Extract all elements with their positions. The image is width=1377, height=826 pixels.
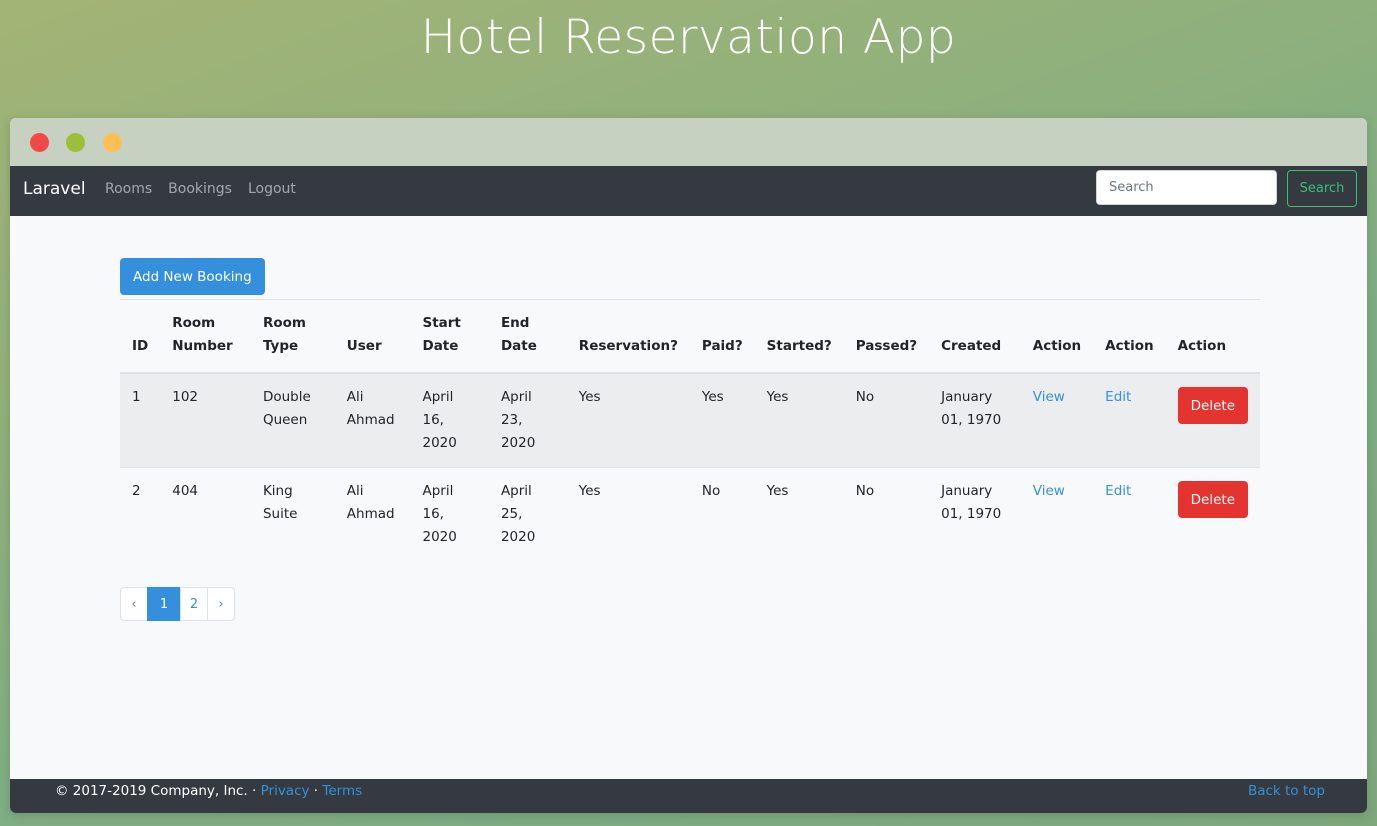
app-banner-title: Hotel Reservation App <box>420 10 957 65</box>
delete-button[interactable]: Delete <box>1177 481 1248 518</box>
pagination-next[interactable]: › <box>207 587 235 621</box>
cell-paid: No <box>689 467 755 561</box>
cell-id: 1 <box>120 372 161 468</box>
edit-link[interactable]: Edit <box>1105 483 1131 499</box>
view-link[interactable]: View <box>1033 483 1065 499</box>
footer-separator: · <box>309 783 323 799</box>
cell-start-date: April 16, 2020 <box>410 372 489 468</box>
delete-button[interactable]: Delete <box>1177 387 1248 424</box>
cell-paid: Yes <box>689 372 755 468</box>
footer-copyright: © 2017-2019 Company, Inc. · <box>55 783 261 799</box>
header-created: Created <box>929 300 1021 374</box>
nav-link-bookings[interactable]: Bookings <box>168 181 232 197</box>
header-action-delete: Action <box>1165 300 1260 374</box>
cell-room-number: 404 <box>160 467 251 561</box>
footer-copyright-line: © 2017-2019 Company, Inc. · Privacy · Te… <box>55 783 362 799</box>
cell-created: January 01, 1970 <box>929 372 1021 468</box>
maximize-window-dot-icon[interactable] <box>66 133 85 152</box>
nav-link-logout[interactable]: Logout <box>248 181 296 197</box>
cell-room-number: 102 <box>160 372 251 468</box>
add-new-booking-button[interactable]: Add New Booking <box>120 258 265 295</box>
header-passed: Passed? <box>843 300 930 374</box>
footer-terms-link[interactable]: Terms <box>322 783 362 799</box>
header-start-date: Start Date <box>410 300 489 374</box>
cell-end-date: April 23, 2020 <box>488 372 567 468</box>
cell-reservation: Yes <box>566 467 690 561</box>
cell-reservation: Yes <box>566 372 690 468</box>
bookings-table: ID Room Number Room Type User Start Date… <box>120 300 1260 561</box>
footer-privacy-link[interactable]: Privacy <box>261 783 310 799</box>
nav-link-rooms[interactable]: Rooms <box>105 181 152 197</box>
navbar-brand[interactable]: Laravel <box>23 179 86 199</box>
header-reservation: Reservation? <box>566 300 690 374</box>
browser-window: Laravel Rooms Bookings Logout Search Add… <box>10 118 1367 813</box>
header-started: Started? <box>754 300 844 374</box>
header-id: ID <box>120 300 161 374</box>
page-footer: © 2017-2019 Company, Inc. · Privacy · Te… <box>10 779 1367 813</box>
table-header-row: ID Room Number Room Type User Start Date… <box>120 300 1260 374</box>
window-titlebar <box>10 118 1367 166</box>
header-action-edit: Action <box>1093 300 1166 374</box>
cell-room-type: King Suite <box>250 467 335 561</box>
cell-created: January 01, 1970 <box>929 467 1021 561</box>
cell-passed: No <box>843 467 930 561</box>
cell-id: 2 <box>120 467 161 561</box>
cell-user: Ali Ahmad <box>334 467 411 561</box>
minimize-window-dot-icon[interactable] <box>103 133 122 152</box>
main-content: Add New Booking ID Room Number Room Type… <box>120 258 1260 621</box>
cell-user: Ali Ahmad <box>334 372 411 468</box>
cell-room-type: Double Queen <box>250 372 335 468</box>
header-room-number: Room Number <box>160 300 251 374</box>
view-link[interactable]: View <box>1033 389 1065 405</box>
cell-start-date: April 16, 2020 <box>410 467 489 561</box>
top-navbar: Laravel Rooms Bookings Logout Search <box>10 166 1367 216</box>
search-input[interactable] <box>1096 170 1277 205</box>
header-room-type: Room Type <box>250 300 335 374</box>
nav-links: Rooms Bookings Logout <box>105 181 296 197</box>
cell-started: Yes <box>754 372 844 468</box>
cell-passed: No <box>843 372 930 468</box>
header-paid: Paid? <box>689 300 755 374</box>
table-row: 2 404 King Suite Ali Ahmad April 16, 202… <box>120 467 1260 561</box>
back-to-top-link[interactable]: Back to top <box>1248 783 1325 799</box>
header-user: User <box>334 300 411 374</box>
pagination-page-2[interactable]: 2 <box>180 587 208 621</box>
header-end-date: End Date <box>488 300 567 374</box>
search-button[interactable]: Search <box>1287 170 1357 207</box>
table-row: 1 102 Double Queen Ali Ahmad April 16, 2… <box>120 372 1260 468</box>
edit-link[interactable]: Edit <box>1105 389 1131 405</box>
pagination: ‹ 1 2 › <box>120 587 1260 621</box>
cell-end-date: April 25, 2020 <box>488 467 567 561</box>
header-action-view: Action <box>1020 300 1094 374</box>
close-window-dot-icon[interactable] <box>30 133 49 152</box>
pagination-page-1[interactable]: 1 <box>147 587 181 621</box>
cell-started: Yes <box>754 467 844 561</box>
pagination-prev[interactable]: ‹ <box>120 587 148 621</box>
